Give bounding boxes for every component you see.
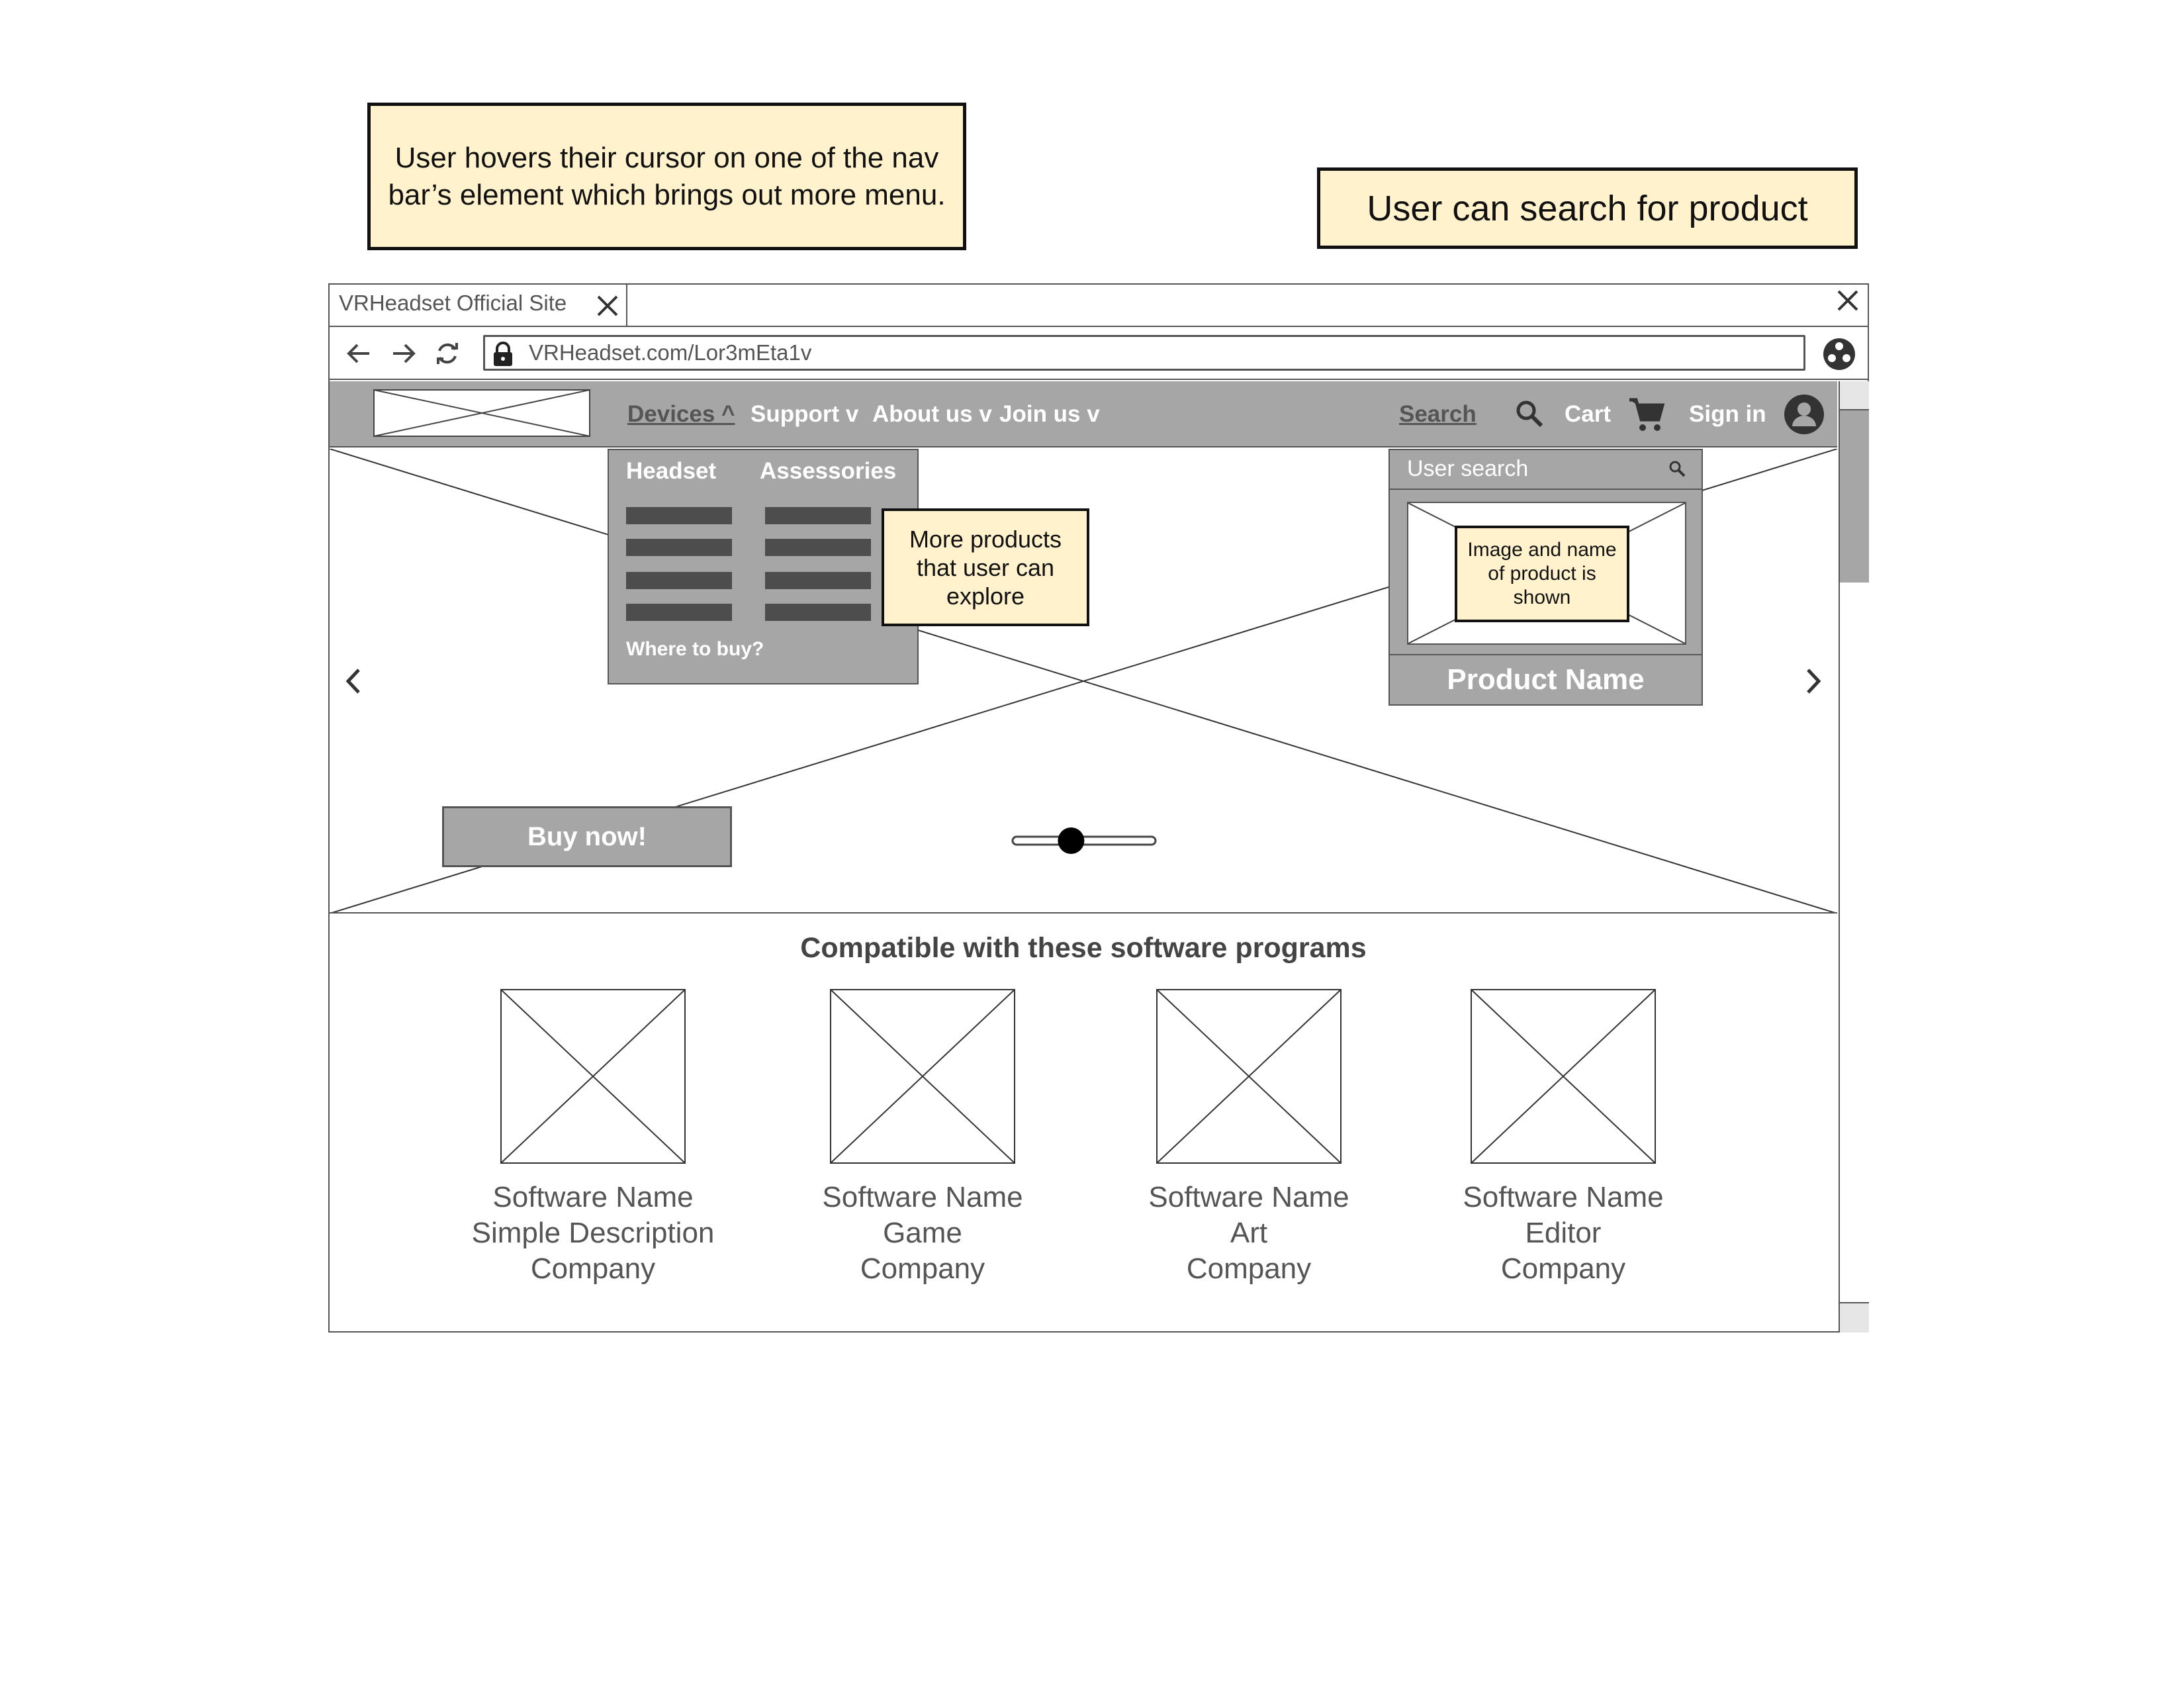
site-nav-bar: Devices ^ Support v About us v Join us v… [330,381,1837,447]
software-name: Software Name [1148,1181,1349,1213]
software-description: Game [883,1217,962,1249]
software-description: Simple Description [471,1217,715,1249]
scrollbar-thumb[interactable] [1839,410,1869,583]
software-company: Company [1500,1252,1626,1285]
software-name: Software Name [1463,1181,1664,1213]
dropdown-item[interactable] [626,507,732,524]
nav-signin-link[interactable]: Sign in [1689,381,1766,447]
url-text: VRHeadset.com/Lor3mEta1v [529,340,812,365]
dropdown-accessories-title[interactable]: Assessories [760,458,896,485]
software-company: Company [1186,1252,1312,1285]
nav-join-us[interactable]: Join us v [999,381,1100,447]
software-company: Company [530,1252,656,1285]
dropdown-item[interactable] [626,572,732,589]
search-results-panel: User search Image and name of product is… [1388,449,1703,706]
dropdown-item[interactable] [765,572,871,589]
carousel-slider[interactable] [1011,821,1157,861]
address-bar: VRHeadset.com/Lor3mEta1v [330,327,1868,380]
refresh-icon[interactable] [433,339,462,368]
carousel-prev-arrow-icon[interactable] [340,665,367,698]
result-annotation: Image and name of product is shown [1455,526,1629,622]
url-field[interactable]: VRHeadset.com/Lor3mEta1v [483,335,1805,371]
product-name-result[interactable]: Product Name [1390,655,1702,704]
software-company: Company [860,1252,985,1285]
search-placeholder: User search [1407,456,1529,481]
lock-icon [490,341,516,367]
search-icon[interactable] [1514,399,1545,429]
software-name: Software Name [492,1181,694,1213]
cart-icon[interactable] [1627,395,1666,434]
section-title: Compatible with these software programs [800,932,1367,964]
buy-now-button[interactable]: Buy now! [442,806,732,867]
slider-knob [1058,827,1085,854]
user-avatar-icon[interactable] [1783,393,1825,436]
browser-window: VRHeadset Official Site VRHeadset.com/Lo… [328,283,1869,1333]
software-card[interactable]: Software Name Simple Description Company [461,989,725,1287]
software-image-placeholder [500,989,686,1164]
scroll-down-button[interactable] [1839,1302,1869,1333]
software-name: Software Name [822,1181,1023,1213]
hover-annotation: User hovers their cursor on one of the n… [367,103,966,250]
search-icon[interactable] [1668,459,1686,478]
browser-tab[interactable]: VRHeadset Official Site [330,285,627,327]
software-card[interactable]: Software Name Art Company [1116,989,1381,1287]
nav-support[interactable]: Support v [751,381,858,447]
software-card[interactable]: Software Name Game Company [790,989,1055,1287]
site-logo[interactable] [373,389,590,437]
back-arrow-icon[interactable] [344,339,373,368]
tab-bar: VRHeadset Official Site [330,285,1868,327]
software-image-placeholder [1471,989,1656,1164]
close-tab-icon[interactable] [594,293,621,319]
dropdown-item[interactable] [765,507,871,524]
software-description: Editor [1525,1217,1602,1249]
dropdown-headset-title[interactable]: Headset [626,458,716,485]
nav-devices[interactable]: Devices ^ [627,381,735,447]
nav-cart-link[interactable]: Cart [1565,381,1611,447]
software-image-placeholder [830,989,1015,1164]
browser-menu-icon[interactable] [1821,336,1857,372]
tab-title: VRHeadset Official Site [339,291,567,315]
search-input[interactable]: User search [1390,450,1702,490]
scroll-up-button[interactable] [1839,381,1869,410]
dropdown-annotation: More products that user can explore [882,508,1089,626]
search-annotation: User can search for product [1317,167,1858,249]
nav-about-us[interactable]: About us v [872,381,992,447]
dropdown-item[interactable] [765,539,871,556]
forward-arrow-icon[interactable] [389,339,418,368]
close-window-icon[interactable] [1835,287,1861,314]
dropdown-item[interactable] [765,604,871,621]
nav-search-link[interactable]: Search [1399,381,1477,447]
software-description: Art [1230,1217,1268,1249]
software-card[interactable]: Software Name Editor Company [1431,989,1696,1287]
where-to-buy-link[interactable]: Where to buy? [626,638,764,661]
devices-dropdown-menu: Headset Assessories Where to buy? [608,449,919,684]
carousel-next-arrow-icon[interactable] [1800,665,1827,698]
software-image-placeholder [1156,989,1342,1164]
dropdown-item[interactable] [626,539,732,556]
dropdown-item[interactable] [626,604,732,621]
